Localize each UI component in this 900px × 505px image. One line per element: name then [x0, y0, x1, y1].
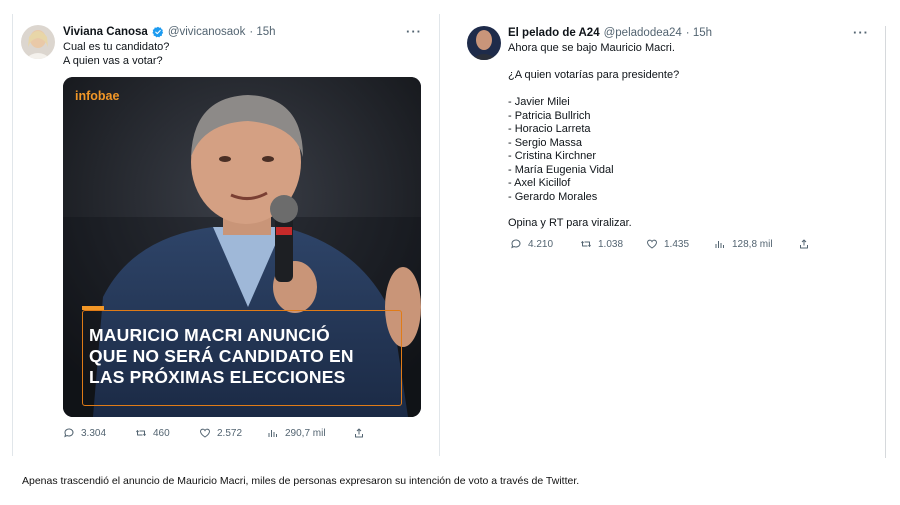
tweet-text-line: Cual es tu candidato?: [63, 41, 170, 53]
candidate-item: - Gerardo Morales: [508, 190, 598, 203]
author-name[interactable]: El pelado de A24: [508, 27, 600, 39]
retweet-button[interactable]: 1.038: [580, 238, 646, 250]
views-button[interactable]: 128,8 mil: [714, 238, 798, 250]
like-button[interactable]: 2.572: [199, 427, 267, 439]
author-name[interactable]: Viviana Canosa: [63, 26, 148, 38]
reply-button[interactable]: 4.210: [510, 238, 580, 250]
views-button[interactable]: 290,7 mil: [267, 427, 353, 439]
image-caption: Apenas trascendió el anuncio de Mauricio…: [22, 475, 580, 487]
avatar[interactable]: [467, 26, 501, 60]
share-button[interactable]: [798, 238, 810, 250]
tweet-header: El pelado de A24 @peladodea24 · 15h: [508, 27, 712, 39]
heart-icon: [647, 239, 657, 249]
infobae-logo: infobae: [75, 89, 120, 103]
share-icon: [800, 239, 808, 249]
retweet-icon: [136, 430, 146, 436]
candidate-item: - Sergio Massa: [508, 136, 582, 149]
tweet-header: Viviana Canosa @vivicanosaok · 15h: [63, 26, 276, 38]
like-count: 1.435: [664, 238, 690, 250]
candidate-item: - Javier Milei: [508, 96, 570, 108]
share-icon: [355, 428, 363, 438]
candidate-item: - María Eugenia Vidal: [508, 163, 614, 176]
candidate-item: - Horacio Larreta: [508, 123, 591, 135]
views-count: 290,7 mil: [285, 427, 326, 439]
like-button[interactable]: 1.435: [646, 238, 714, 250]
views-count: 128,8 mil: [732, 238, 773, 250]
tweet-time[interactable]: · 15h: [686, 27, 712, 39]
avatar-pelado-icon: [467, 26, 501, 60]
tweet-actions: 4.210 1.038 1.435 128,8 mil: [510, 238, 810, 250]
tweet-time[interactable]: · 15h: [249, 26, 275, 38]
tweet-text-line: Opina y RT para viralizar.: [508, 217, 632, 229]
retweet-icon: [581, 241, 591, 247]
reply-count: 4.210: [528, 238, 554, 250]
tweet-media-image[interactable]: infobae MAURICIO MACRI ANUNCIÓ QUE NO SE…: [63, 77, 421, 417]
like-count: 2.572: [217, 427, 243, 439]
reply-count: 3.304: [81, 427, 107, 439]
reply-icon: [511, 239, 521, 249]
avatar-viviana-icon: [21, 25, 55, 59]
headline-line: MAURICIO MACRI ANUNCIÓ: [89, 325, 330, 345]
tweet-viviana-canosa[interactable]: Viviana Canosa @vivicanosaok · 15h ··· C…: [12, 14, 440, 456]
views-bar-chart-icon: [268, 430, 277, 437]
tweet-el-pelado-de-a24[interactable]: El pelado de A24 @peladodea24 · 15h ··· …: [455, 14, 880, 270]
views-bar-chart-icon: [715, 241, 724, 248]
candidate-item: - Axel Kicillof: [508, 177, 571, 189]
author-handle[interactable]: @vivicanosaok: [168, 26, 246, 38]
tweet-actions: 3.304 460 2.572 290,7 mil: [63, 427, 365, 439]
candidate-item: - Cristina Kirchner: [508, 150, 597, 162]
heart-icon: [200, 428, 210, 438]
candidate-item: - Patricia Bullrich: [508, 109, 591, 122]
tweet-text-line: A quien vas a votar?: [63, 55, 163, 67]
retweet-count: 1.038: [598, 238, 624, 250]
divider: [885, 26, 886, 458]
reply-button[interactable]: 3.304: [63, 427, 135, 439]
media-headline: MAURICIO MACRI ANUNCIÓ QUE NO SERÁ CANDI…: [89, 325, 354, 388]
reply-icon: [64, 428, 74, 438]
more-options-icon[interactable]: ···: [406, 24, 422, 39]
headline-line: LAS PRÓXIMAS ELECCIONES: [89, 367, 346, 387]
tweet-text-line: Ahora que se bajo Mauricio Macri.: [508, 42, 675, 54]
verified-badge-icon: [152, 26, 164, 38]
tweet-text-line: ¿A quien votarías para presidente?: [508, 69, 680, 81]
retweet-count: 460: [153, 427, 170, 439]
author-handle[interactable]: @peladodea24: [604, 27, 682, 39]
share-button[interactable]: [353, 427, 365, 439]
more-options-icon[interactable]: ···: [853, 25, 869, 40]
retweet-button[interactable]: 460: [135, 427, 199, 439]
headline-line: QUE NO SERÁ CANDIDATO EN: [89, 346, 354, 366]
avatar[interactable]: [21, 25, 55, 59]
